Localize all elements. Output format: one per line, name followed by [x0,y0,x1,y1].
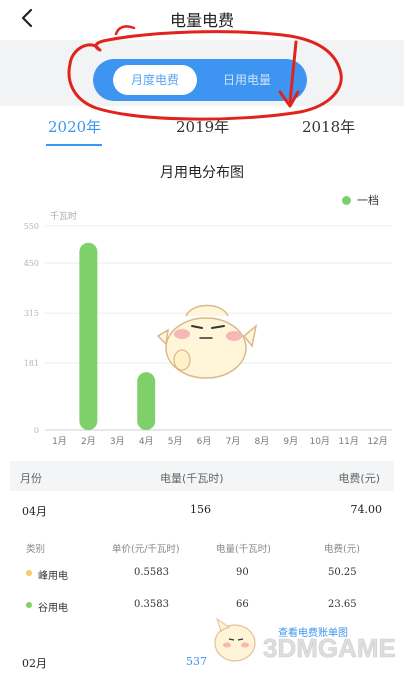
y-tick-label: 315 [24,309,39,318]
detail-type: 峰用电 [38,571,68,582]
x-tick-label: 7月 [226,436,241,447]
valley-dot [26,602,32,608]
x-tick-label: 10月 [309,436,329,447]
detail-col-usage: 电量(千瓦时) [216,544,271,555]
tab-year-2020[interactable]: 2020年 [48,116,101,137]
row-usage: 537 [186,655,207,668]
detail-usage: 90 [236,567,249,578]
y-tick-label: 0 [34,426,39,435]
x-tick-label: 9月 [283,436,298,447]
detail-row-valley: 谷用电 0.3583 66 23.65 [10,591,394,619]
chart-title: 月用电分布图 [160,165,244,181]
x-tick-label: 12月 [367,436,387,447]
y-axis-label: 千瓦时 [50,210,77,222]
year-tab-indicator [46,144,102,146]
page-title: 电量电费 [169,11,234,30]
detail-row-peak: 峰用电 0.5583 90 50.25 [10,559,394,587]
year-tabs: 2020年 2019年 2018年 [0,112,404,150]
x-tick-label: 3月 [110,436,125,447]
detail-fee: 50.25 [328,567,357,578]
x-tick-label: 6月 [197,436,212,447]
x-tick-label: 11月 [338,436,358,447]
bar-2月[interactable] [79,242,98,430]
segment-monthly-fee[interactable]: 月度电费 [113,65,197,95]
col-fee: 电费(元) [338,472,380,485]
x-tick-label: 4月 [139,436,154,447]
tab-year-2019[interactable]: 2019年 [176,116,229,137]
tab-year-2018[interactable]: 2018年 [302,116,355,137]
detail-col-type: 类别 [26,544,46,555]
col-month: 月份 [20,472,42,485]
x-tick-label: 1月 [52,436,67,447]
header-bar: 电量电费 [0,0,404,36]
detail-col-price: 单价(元/千瓦时) [112,544,180,555]
detail-price: 0.5583 [134,567,169,578]
row-usage: 156 [190,503,211,516]
x-tick-label: 2月 [81,436,96,447]
detail-type: 谷用电 [38,603,68,614]
table-row[interactable]: 04月 156 74.00 [10,492,394,528]
x-tick-label: 5月 [168,436,183,447]
view-bill-link[interactable]: 查看电费账单图 [278,624,348,639]
y-tick-label: 181 [24,359,39,368]
detail-usage: 66 [236,599,249,610]
row-month: 02月 [22,657,47,670]
col-usage: 电量(千瓦时) [160,472,224,485]
y-tick-label: 550 [24,222,39,231]
usage-table-header: 月份 电量(千瓦时) 电费(元) [10,461,394,491]
table-row[interactable]: 02月 537 [10,644,394,673]
detail-fee: 23.65 [328,599,357,610]
peak-dot [26,570,32,576]
detail-price: 0.3583 [134,599,169,610]
mascot-sticker [156,304,258,379]
row-month: 04月 [22,505,47,518]
detail-header: 类别 单价(元/千瓦时) 电量(千瓦时) 电费(元) [10,537,394,559]
x-tick-label: 8月 [255,436,270,447]
segment-daily-usage[interactable]: 日用电量 [205,65,289,95]
view-segmented-control: 月度电费 日用电量 [93,59,307,101]
detail-col-fee: 电费(元) [324,544,360,555]
y-tick-label: 450 [24,259,39,268]
bar-4月[interactable] [137,372,156,430]
row-fee: 74.00 [350,503,383,516]
